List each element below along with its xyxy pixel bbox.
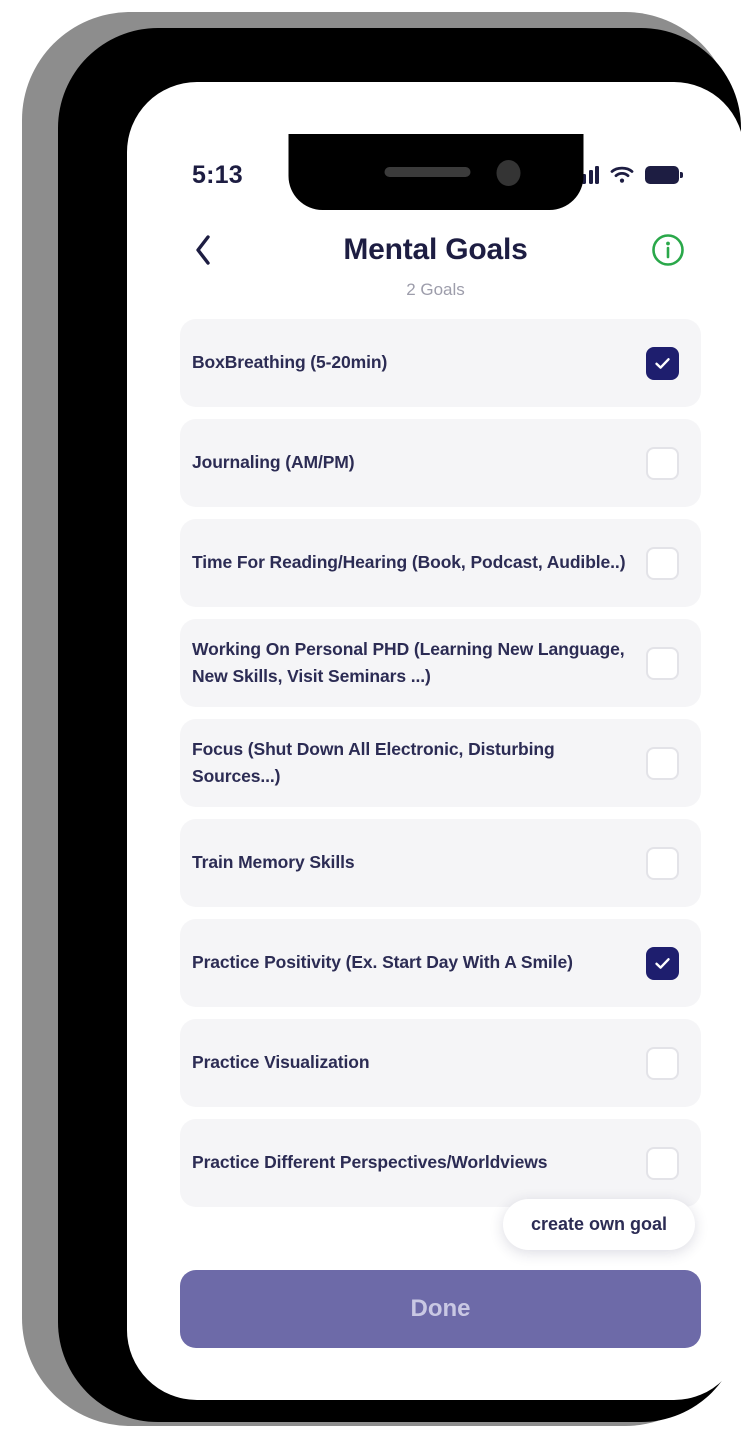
goal-checkbox-unchecked[interactable] (646, 646, 679, 680)
goal-checkbox-unchecked[interactable] (646, 846, 679, 880)
goal-card[interactable]: Practice Positivity (Ex. Start Day With … (180, 919, 701, 1007)
chevron-left-icon (196, 235, 210, 265)
goal-label: Working On Personal PHD (Learning New La… (192, 638, 625, 686)
goal-card[interactable]: Train Memory Skills (180, 819, 701, 907)
earpiece-speaker-icon (384, 167, 470, 177)
goal-checkbox-unchecked[interactable] (646, 446, 679, 480)
check-icon (655, 957, 670, 969)
info-circle-icon (652, 234, 684, 266)
phone-outer-frame: 5:13 Mental Goals 2 Goals BoxBreathing (… (22, 12, 744, 1426)
goal-count-subtitle: 2 Goals (406, 280, 465, 299)
status-bar-icons (575, 166, 683, 184)
goal-card[interactable]: Time For Reading/Hearing (Book, Podcast,… (180, 519, 701, 607)
info-button[interactable] (647, 229, 689, 271)
goal-label: Practice Visualization (192, 1052, 370, 1073)
page-header: Mental Goals 2 Goals (127, 222, 744, 300)
goal-checkbox-checked[interactable] (646, 346, 679, 380)
page-title: Mental Goals (343, 233, 528, 266)
goal-card[interactable]: Practice Visualization (180, 1019, 701, 1107)
goal-checkbox-unchecked[interactable] (646, 1146, 679, 1180)
goal-card[interactable]: Working On Personal PHD (Learning New La… (180, 619, 701, 707)
goal-card[interactable]: Journaling (AM/PM) (180, 419, 701, 507)
create-own-goal-button[interactable]: create own goal (502, 1199, 695, 1250)
wifi-icon (610, 166, 634, 183)
done-button[interactable]: Done (180, 1270, 701, 1348)
goal-list: BoxBreathing (5-20min) Journaling (AM/PM)… (180, 319, 701, 1207)
header-row: Mental Goals (182, 222, 689, 278)
check-icon (655, 357, 670, 369)
goal-label: BoxBreathing (5-20min) (192, 352, 388, 373)
notch (288, 134, 583, 210)
goal-label: Practice Positivity (Ex. Start Day With … (192, 952, 573, 973)
goal-label: Time For Reading/Hearing (Book, Podcast,… (192, 552, 626, 573)
goal-card[interactable]: Focus (Shut Down All Electronic, Disturb… (180, 719, 701, 807)
goal-checkbox-unchecked[interactable] (646, 546, 679, 580)
goal-label: Train Memory Skills (192, 852, 355, 873)
goal-label: Focus (Shut Down All Electronic, Disturb… (192, 738, 555, 786)
mute-switch-button[interactable] (74, 224, 86, 286)
goal-checkbox-unchecked[interactable] (646, 1046, 679, 1080)
phone-screen: 5:13 Mental Goals 2 Goals BoxBreathing (… (127, 82, 744, 1400)
front-camera-icon (496, 160, 520, 186)
battery-full-icon (645, 166, 683, 184)
goal-checkbox-checked[interactable] (646, 946, 679, 980)
screenshot-stage: 5:13 Mental Goals 2 Goals BoxBreathing (… (0, 0, 755, 1437)
goal-label: Journaling (AM/PM) (192, 452, 355, 473)
goal-card[interactable]: Practice Different Perspectives/Worldvie… (180, 1119, 701, 1207)
goal-label: Practice Different Perspectives/Worldvie… (192, 1152, 548, 1173)
goal-card[interactable]: BoxBreathing (5-20min) (180, 319, 701, 407)
goal-checkbox-unchecked[interactable] (646, 746, 679, 780)
volume-up-button[interactable] (72, 328, 85, 432)
back-button[interactable] (182, 229, 224, 271)
status-bar-clock: 5:13 (192, 160, 243, 189)
phone-body: 5:13 Mental Goals 2 Goals BoxBreathing (… (58, 28, 744, 1422)
volume-down-button[interactable] (72, 452, 85, 556)
